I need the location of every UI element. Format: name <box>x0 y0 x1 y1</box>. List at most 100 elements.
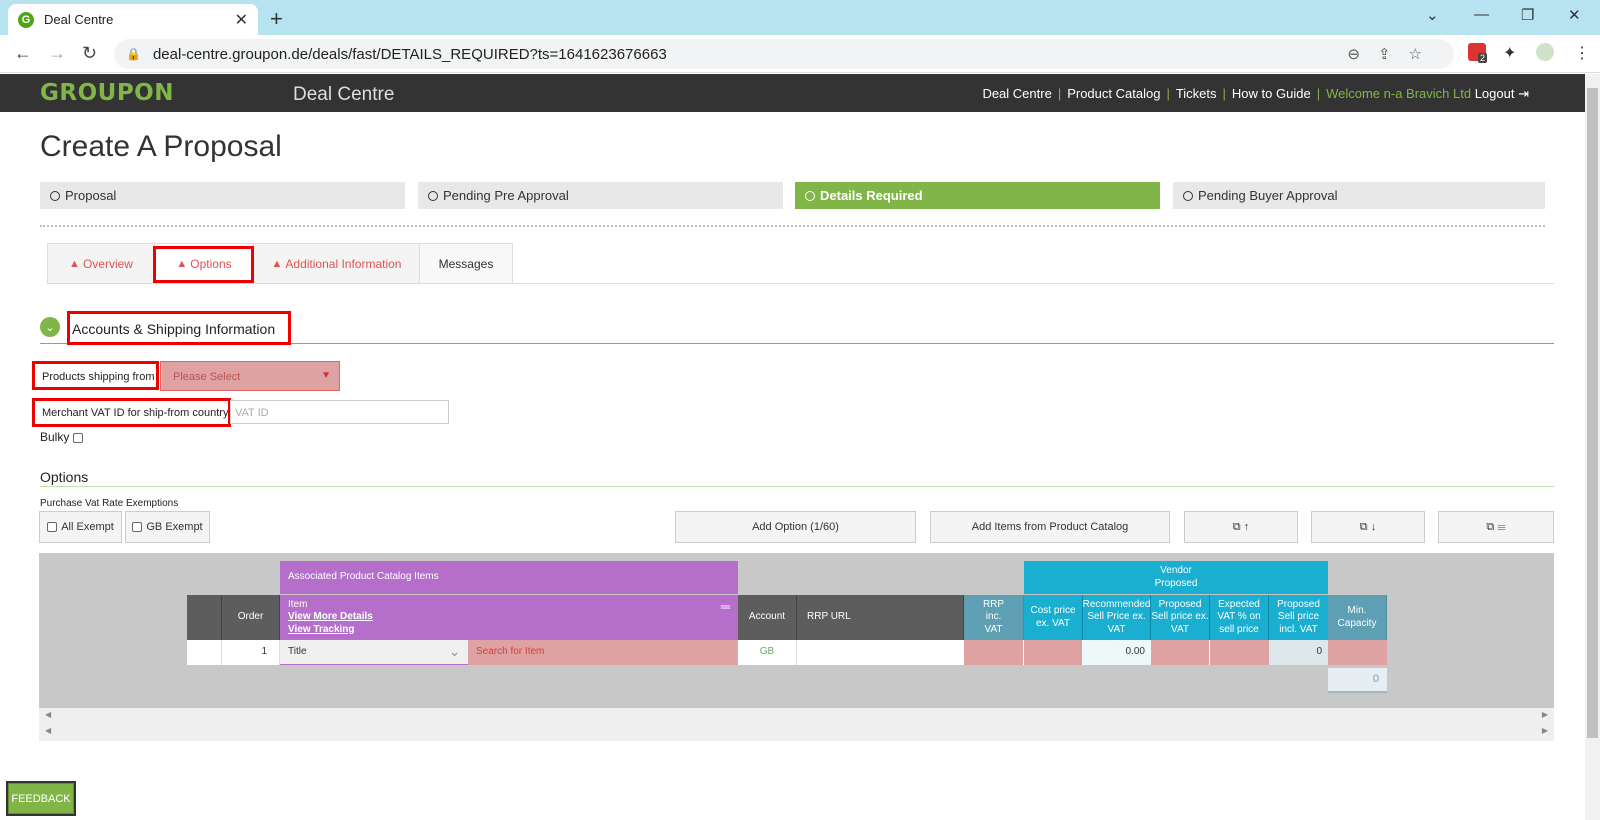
row-cost-price[interactable] <box>1024 640 1083 665</box>
grid-scroll-area: ◀ ◀ ▶ ▶ <box>39 708 1554 741</box>
welcome-text: Welcome n-a Bravich Ltd <box>1326 86 1472 101</box>
row-expected-vat[interactable] <box>1210 640 1269 665</box>
step-circle-icon <box>428 190 438 201</box>
site-header: GROUPON Deal Centre Deal Centre | Product … <box>0 74 1585 112</box>
nav-deal-centre[interactable]: Deal Centre <box>982 86 1051 101</box>
all-exempt-label: All Exempt <box>61 521 114 533</box>
group-header-vendor: Vendor Proposed <box>1024 561 1328 594</box>
new-tab-icon[interactable]: + <box>270 6 283 32</box>
highlight-section-title <box>67 311 291 345</box>
tab-additional-information[interactable]: ▲ Additional Information <box>253 243 420 284</box>
step-pending-pre-approval: Pending Pre Approval <box>418 182 783 209</box>
url-bar[interactable]: 🔒 deal-centre.groupon.de/deals/fast/DETA… <box>114 39 1454 69</box>
view-more-details-link[interactable]: View More Details <box>288 611 373 624</box>
collapse-chevron-icon[interactable]: ⌄ <box>40 317 60 337</box>
copy-down-button[interactable]: ⧉ ↓ <box>1311 511 1425 543</box>
row-recommended-sell: 0.00 <box>1083 640 1151 665</box>
col-proposed-sell-incl: Proposed Sell price incl. VAT <box>1269 595 1328 640</box>
divider <box>40 225 1545 227</box>
options-header: Options <box>40 469 1554 487</box>
logout-link[interactable]: Logout ⇥ <box>1475 86 1529 101</box>
row-handle[interactable] <box>187 640 222 665</box>
nav-tickets[interactable]: Tickets <box>1176 86 1217 101</box>
view-tracking-link[interactable]: View Tracking <box>288 624 355 637</box>
calendar-extension-icon[interactable]: 2 <box>1468 43 1488 63</box>
row-order[interactable]: 1 <box>222 640 280 665</box>
close-tab-icon[interactable]: ✕ <box>235 10 248 30</box>
feedback-button[interactable]: FEEDBACK <box>8 783 74 814</box>
ship-from-select[interactable]: Please Select ▼ <box>160 361 340 391</box>
forward-icon[interactable]: → <box>48 43 66 64</box>
row-title-select[interactable]: Title ⌄ <box>280 640 468 665</box>
browser-tab[interactable]: G Deal Centre ✕ <box>8 4 258 35</box>
step-circle-icon <box>50 190 60 201</box>
app-title: Deal Centre <box>293 84 395 105</box>
row-rrp-inc-vat[interactable] <box>964 640 1024 665</box>
profile-avatar[interactable] <box>1536 43 1554 61</box>
copy-list-button[interactable]: ⧉ ☰ <box>1438 511 1554 543</box>
gb-exempt-toggle[interactable]: GB Exempt <box>125 511 210 543</box>
lock-icon: 🔒 <box>126 47 141 61</box>
col-account: Account <box>738 595 797 640</box>
all-exempt-toggle[interactable]: All Exempt <box>39 511 122 543</box>
row-min-capacity[interactable] <box>1328 640 1387 665</box>
exemptions-label: Purchase Vat Rate Exemptions <box>40 498 179 509</box>
step-label: Proposal <box>65 188 117 203</box>
bulky-text: Bulky <box>40 430 70 444</box>
step-pending-buyer-approval: Pending Buyer Approval <box>1173 182 1545 209</box>
scroll-right-icon[interactable]: ▶ <box>1542 726 1548 735</box>
address-toolbar: ← → ↻ 🔒 deal-centre.groupon.de/deals/fas… <box>0 35 1600 73</box>
group-vendor-line2: Proposed <box>1154 577 1198 589</box>
group-header-catalog: Associated Product Catalog Items <box>280 561 738 594</box>
bulky-checkbox[interactable] <box>72 432 83 443</box>
step-label: Pending Pre Approval <box>443 188 569 203</box>
copy-up-button[interactable]: ⧉ ↑ <box>1184 511 1298 543</box>
scroll-left-icon[interactable]: ◀ <box>45 726 51 735</box>
add-from-catalog-button[interactable]: Add Items from Product Catalog <box>930 511 1170 543</box>
step-details-required: Details Required <box>795 182 1160 209</box>
nav-how-to-guide[interactable]: How to Guide <box>1232 86 1311 101</box>
restore-icon[interactable]: ❐ <box>1521 6 1534 24</box>
top-nav: Deal Centre | Product Catalog | Tickets | How … <box>982 86 1529 101</box>
extensions-puzzle-icon[interactable]: ✦ <box>1503 43 1516 63</box>
column-menu-icon[interactable]: ═ <box>721 599 730 615</box>
options-title: Options <box>40 469 89 485</box>
tab-search-icon[interactable]: ⌄ <box>1426 6 1439 24</box>
zoom-icon[interactable]: ⊖ <box>1347 46 1378 63</box>
minimize-icon[interactable]: — <box>1474 6 1489 23</box>
select-value: Please Select <box>173 371 241 383</box>
row-item-search[interactable]: Search for Item <box>468 640 738 665</box>
highlight-ship-from-label <box>32 361 159 390</box>
row-title-value: Title <box>288 645 307 657</box>
chevron-down-icon: ⌄ <box>449 643 460 659</box>
scrollbar-thumb[interactable] <box>1587 88 1598 738</box>
reload-icon[interactable]: ↻ <box>82 43 97 64</box>
col-item: Item View More Details View Tracking ═ <box>280 595 738 640</box>
bookmark-star-icon[interactable]: ☆ <box>1409 46 1440 63</box>
gb-exempt-checkbox[interactable] <box>132 522 143 532</box>
row-rrp-url[interactable] <box>797 640 964 665</box>
row-account[interactable]: GB <box>738 640 797 665</box>
nav-product-catalog[interactable]: Product Catalog <box>1067 86 1160 101</box>
col-expected-vat: Expected VAT % on sell price <box>1210 595 1269 640</box>
col-order: Order <box>222 595 280 640</box>
share-icon[interactable]: ⇪ <box>1378 46 1409 63</box>
add-option-button[interactable]: Add Option (1/60) <box>675 511 916 543</box>
tab-messages[interactable]: Messages <box>419 243 513 284</box>
close-window-icon[interactable]: ✕ <box>1568 6 1581 24</box>
tab-overview[interactable]: ▲ Overview <box>47 243 155 284</box>
vat-id-input[interactable]: VAT ID <box>230 400 449 424</box>
row-proposed-sell-ex[interactable] <box>1151 640 1210 665</box>
bulky-label: Bulky <box>40 430 83 444</box>
page-scrollbar[interactable] <box>1585 74 1600 820</box>
groupon-logo[interactable]: GROUPON <box>40 80 174 106</box>
extension-badge: 2 <box>1478 53 1488 63</box>
scroll-left-icon[interactable]: ◀ <box>45 710 51 719</box>
step-circle-icon <box>1183 190 1193 201</box>
back-icon[interactable]: ← <box>14 43 32 64</box>
menu-kebab-icon[interactable]: ⋮ <box>1574 43 1590 63</box>
col-item-label: Item <box>288 598 308 610</box>
all-exempt-checkbox[interactable] <box>47 522 58 532</box>
step-label: Pending Buyer Approval <box>1198 188 1338 203</box>
scroll-right-icon[interactable]: ▶ <box>1542 710 1548 719</box>
